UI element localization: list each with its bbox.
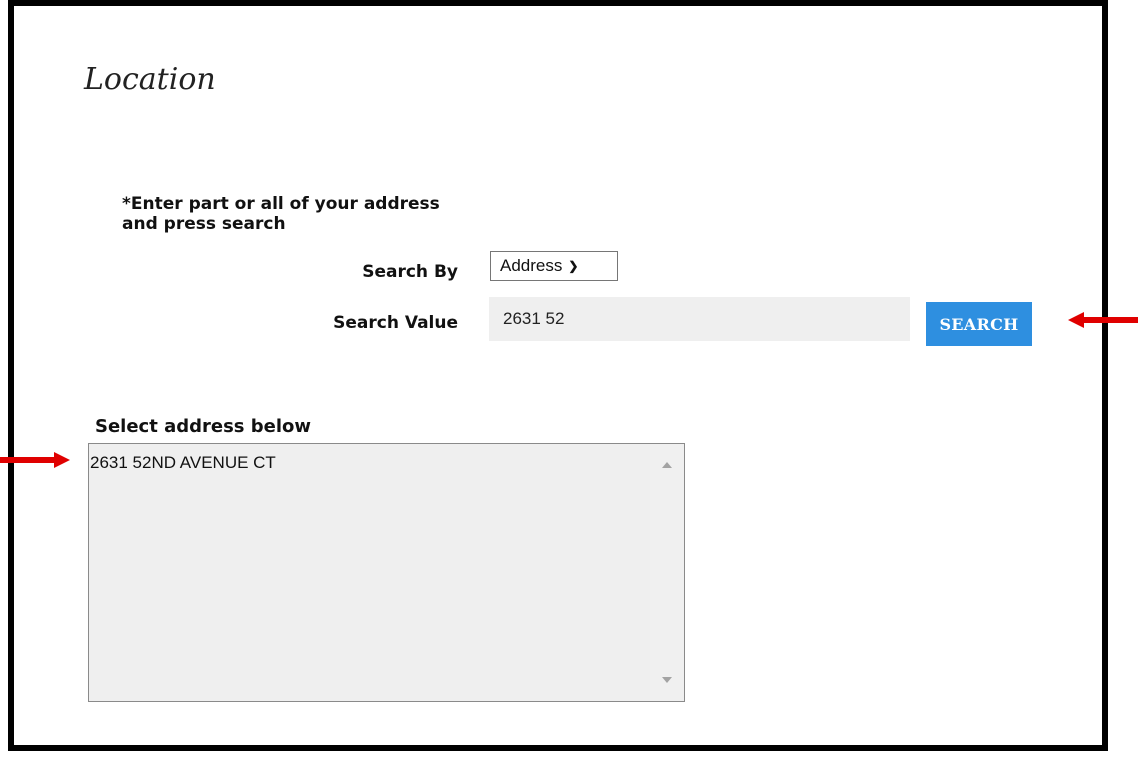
address-listbox[interactable]: 2631 52ND AVENUE CT — [88, 443, 685, 702]
scroll-down-icon[interactable] — [662, 677, 672, 683]
search-value-label: Search Value — [333, 313, 458, 333]
instructions-text: *Enter part or all of your address and p… — [122, 194, 440, 234]
search-by-selected-value: Address — [500, 256, 563, 275]
chevron-down-icon: ❯ — [568, 259, 579, 273]
page-title: Location — [84, 62, 216, 97]
select-address-label: Select address below — [95, 416, 312, 437]
search-by-label: Search By — [362, 262, 458, 282]
search-by-select[interactable]: Address ❯ — [490, 251, 618, 281]
address-option[interactable]: 2631 52ND AVENUE CT — [90, 453, 276, 473]
red-arrow-left-icon — [1068, 312, 1138, 328]
search-button[interactable]: SEARCH — [926, 302, 1032, 346]
red-arrow-right-icon — [0, 452, 70, 468]
search-value-input[interactable]: 2631 52 — [489, 297, 910, 341]
listbox-scrollbar[interactable] — [650, 444, 684, 701]
scroll-up-icon[interactable] — [662, 462, 672, 468]
